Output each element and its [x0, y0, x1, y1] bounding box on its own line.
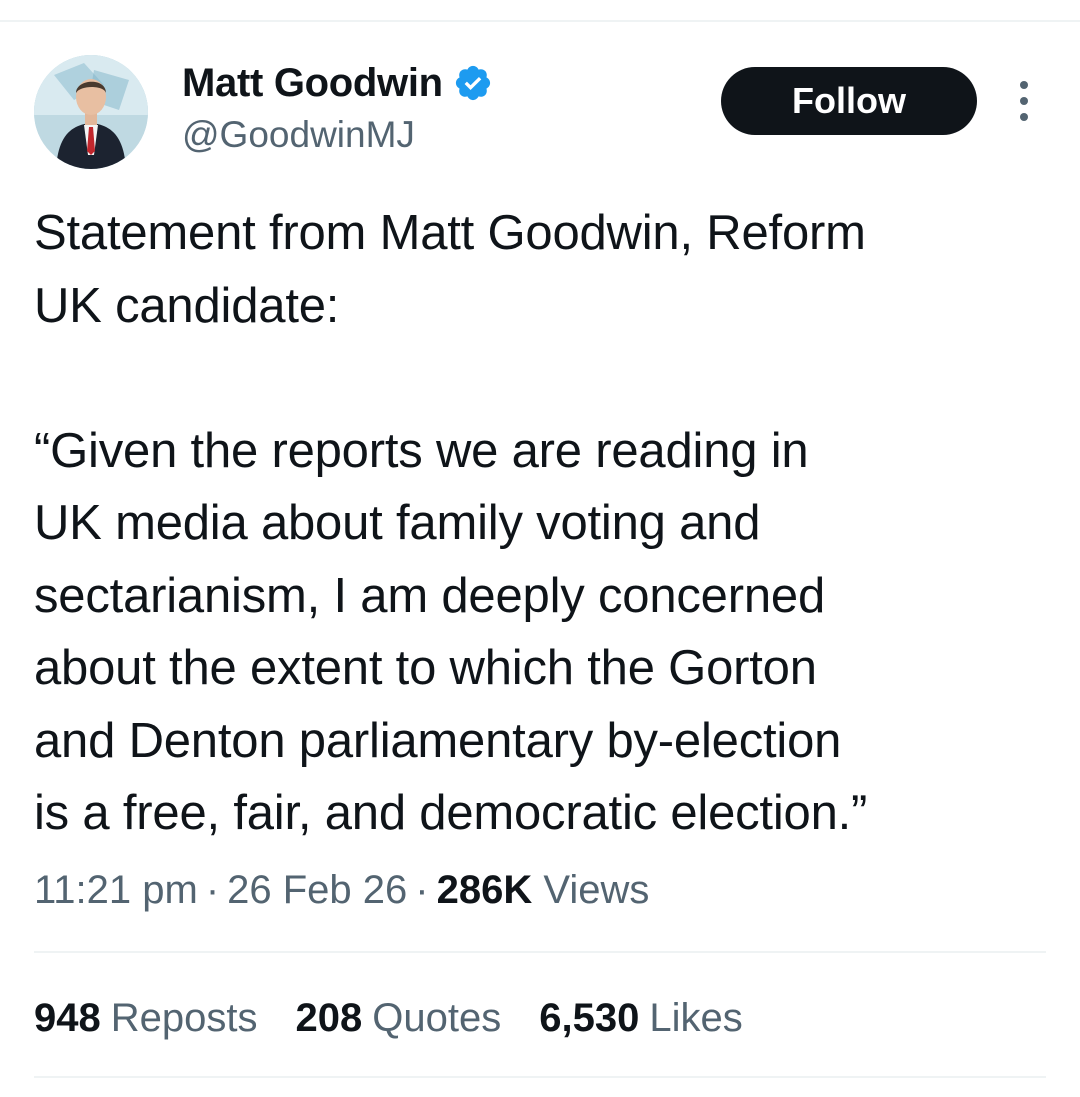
- likes-label: Likes: [649, 996, 743, 1040]
- meta-divider: [34, 951, 1046, 953]
- ellipsis-dot: [1020, 97, 1028, 105]
- reposts-stat[interactable]: 948 Reposts: [34, 990, 258, 1046]
- follow-button[interactable]: Follow: [721, 67, 977, 135]
- tweet-text: Statement from Matt Goodwin, Reform UK c…: [34, 206, 868, 840]
- likes-count: 6,530: [539, 996, 640, 1040]
- meta-separator: ·: [415, 868, 429, 912]
- vertical-ellipsis-icon[interactable]: [1004, 77, 1044, 125]
- likes-stat[interactable]: 6,530 Likes: [539, 990, 743, 1046]
- engagement-stats: 948 Reposts 208 Quotes 6,530 Likes: [34, 990, 781, 1046]
- ellipsis-dot: [1020, 81, 1028, 89]
- views-count: 286K: [436, 868, 533, 912]
- quotes-label: Quotes: [372, 996, 502, 1040]
- stats-divider: [34, 1076, 1046, 1078]
- reposts-count: 948: [34, 996, 101, 1040]
- author-identity: Matt Goodwin @GoodwinMJ: [182, 57, 493, 161]
- tweet-time[interactable]: 11:21 pm: [34, 868, 198, 912]
- quotes-stat[interactable]: 208 Quotes: [296, 990, 502, 1046]
- profile-photo: [34, 55, 148, 169]
- author-handle[interactable]: @GoodwinMJ: [182, 109, 493, 161]
- top-divider: [0, 20, 1080, 22]
- avatar[interactable]: [34, 55, 148, 169]
- tweet-date[interactable]: 26 Feb 26: [227, 868, 407, 912]
- reposts-label: Reposts: [110, 996, 258, 1040]
- views-label: Views: [543, 868, 650, 912]
- verified-badge-icon[interactable]: [453, 63, 493, 103]
- author-display-name[interactable]: Matt Goodwin: [182, 57, 443, 109]
- meta-separator: ·: [205, 868, 220, 912]
- tweet-header: Matt Goodwin @GoodwinMJ Follow: [34, 55, 1046, 170]
- ellipsis-dot: [1020, 113, 1028, 121]
- name-row: Matt Goodwin: [182, 57, 493, 109]
- tweet-meta: 11:21 pm · 26 Feb 26 · 286K Views: [34, 862, 649, 918]
- quotes-count: 208: [295, 996, 363, 1040]
